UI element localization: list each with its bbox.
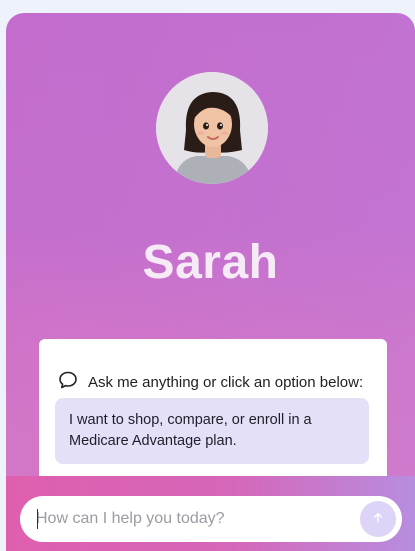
- send-button[interactable]: [360, 501, 396, 537]
- chat-input-wrapper: [20, 496, 402, 542]
- text-cursor: [37, 509, 38, 529]
- chat-widget: Sarah Ask me anything or click an option…: [6, 13, 415, 551]
- chat-bubble-icon: [58, 370, 78, 395]
- assistant-avatar: [156, 72, 268, 184]
- chat-input-bar: [6, 476, 415, 551]
- chat-prompt-text: Ask me anything or click an option below…: [88, 374, 364, 391]
- avatar-illustration: [156, 72, 268, 184]
- chat-prompt: Ask me anything or click an option below…: [58, 370, 363, 395]
- arrow-up-icon: [372, 512, 384, 527]
- chat-input[interactable]: [20, 499, 340, 539]
- assistant-name: Sarah: [142, 236, 279, 289]
- option-medicare-advantage[interactable]: I want to shop, compare, or enroll in a …: [55, 398, 369, 464]
